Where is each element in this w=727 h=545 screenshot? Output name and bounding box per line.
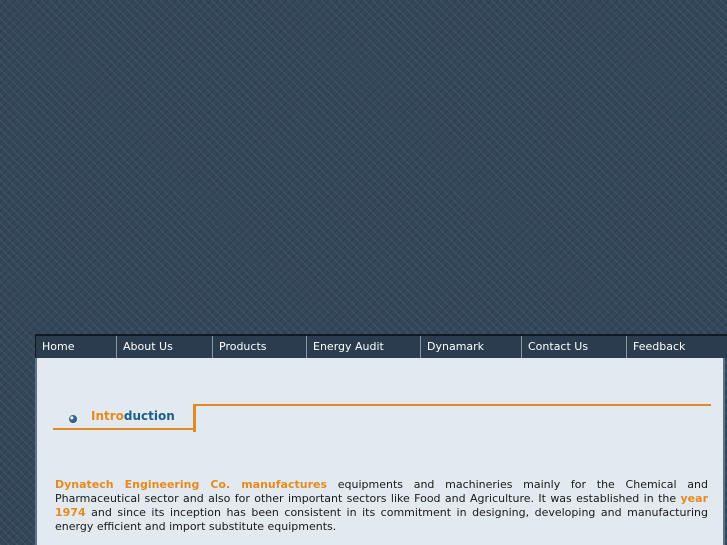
section-title-part1: Intro xyxy=(91,409,124,423)
intro-text-2: and since its inception has been consist… xyxy=(55,506,708,533)
bullet-circle-icon xyxy=(69,415,77,423)
nav-item-feedback[interactable]: Feedback xyxy=(626,336,727,358)
section-title-part2: duction xyxy=(123,409,175,423)
intro-paragraph: Dynatech Engineering Co. manufactures eq… xyxy=(55,478,708,534)
company-name: Dynatech Engineering Co. manufactures xyxy=(55,478,328,491)
heading-divider xyxy=(193,404,711,432)
nav-item-contact-us[interactable]: Contact Us xyxy=(521,336,626,358)
content-panel: Introduction Dynatech Engineering Co. ma… xyxy=(35,358,725,545)
section-heading: Introduction xyxy=(53,404,195,430)
nav-item-about-us[interactable]: About Us xyxy=(116,336,212,358)
section-title: Introduction xyxy=(91,409,175,423)
main-navigation: Home About Us Products Energy Audit Dyna… xyxy=(35,334,727,358)
nav-item-home[interactable]: Home xyxy=(35,336,116,358)
nav-item-products[interactable]: Products xyxy=(212,336,306,358)
nav-item-dynamark[interactable]: Dynamark xyxy=(420,336,521,358)
nav-item-energy-audit[interactable]: Energy Audit xyxy=(306,336,420,358)
